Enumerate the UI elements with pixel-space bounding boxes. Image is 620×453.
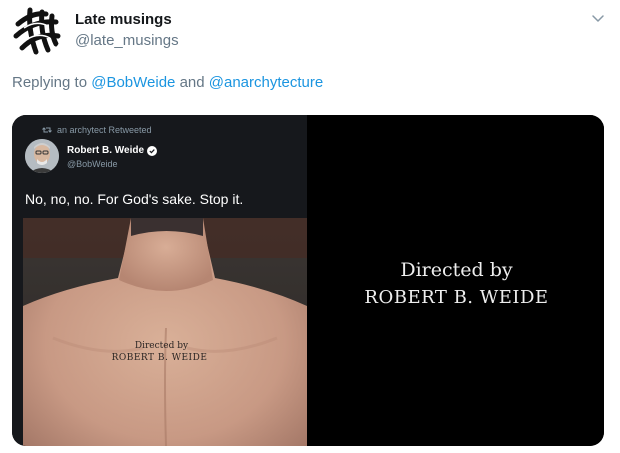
tattoo-photo <box>23 218 307 446</box>
avatar[interactable] <box>12 6 62 56</box>
embedded-handle: @BobWeide <box>67 159 118 169</box>
mention-link-bobweide[interactable]: @BobWeide <box>91 74 175 91</box>
retweet-icon <box>42 127 52 133</box>
media-image-credit[interactable]: Directed by ROBERT B. WEIDE <box>309 115 604 446</box>
embedded-avatar <box>25 139 59 173</box>
reply-conjunction: and <box>179 74 205 91</box>
display-name[interactable]: Late musings <box>75 11 172 28</box>
media-image-screenshot[interactable]: an archytect Retweeted Robert B. Weide @… <box>12 115 307 446</box>
user-handle[interactable]: @late_musings <box>75 32 179 49</box>
tattoo-line-2: ROBERT B. WEIDE <box>111 353 208 363</box>
embedded-tweet-text: No, no, no. For God's sake. Stop it. <box>25 191 244 207</box>
embedded-name: Robert B. Weide <box>67 145 158 156</box>
chevron-down-icon[interactable] <box>590 10 606 26</box>
tweet: Late musings @late_musings Replying to @… <box>0 0 620 453</box>
credit-line-2: ROBERT B. WEIDE <box>364 287 549 308</box>
retweet-context: an archytect Retweeted <box>42 125 152 135</box>
tattoo-line-1: Directed by <box>134 341 189 351</box>
credit-text: Directed by ROBERT B. WEIDE <box>309 257 604 311</box>
reply-context: Replying to @BobWeide and @anarchytectur… <box>12 74 323 91</box>
reply-prefix: Replying to <box>12 74 88 91</box>
credit-line-1: Directed by <box>400 259 513 281</box>
embedded-name-text: Robert B. Weide <box>67 145 145 156</box>
verified-badge-icon <box>147 145 158 156</box>
tattoo-text: Directed by ROBERT B. WEIDE <box>12 340 307 364</box>
retweet-label: an archytect Retweeted <box>57 125 152 135</box>
mention-link-anarchytecture[interactable]: @anarchytecture <box>209 74 323 91</box>
media-grid: an archytect Retweeted Robert B. Weide @… <box>12 115 604 446</box>
